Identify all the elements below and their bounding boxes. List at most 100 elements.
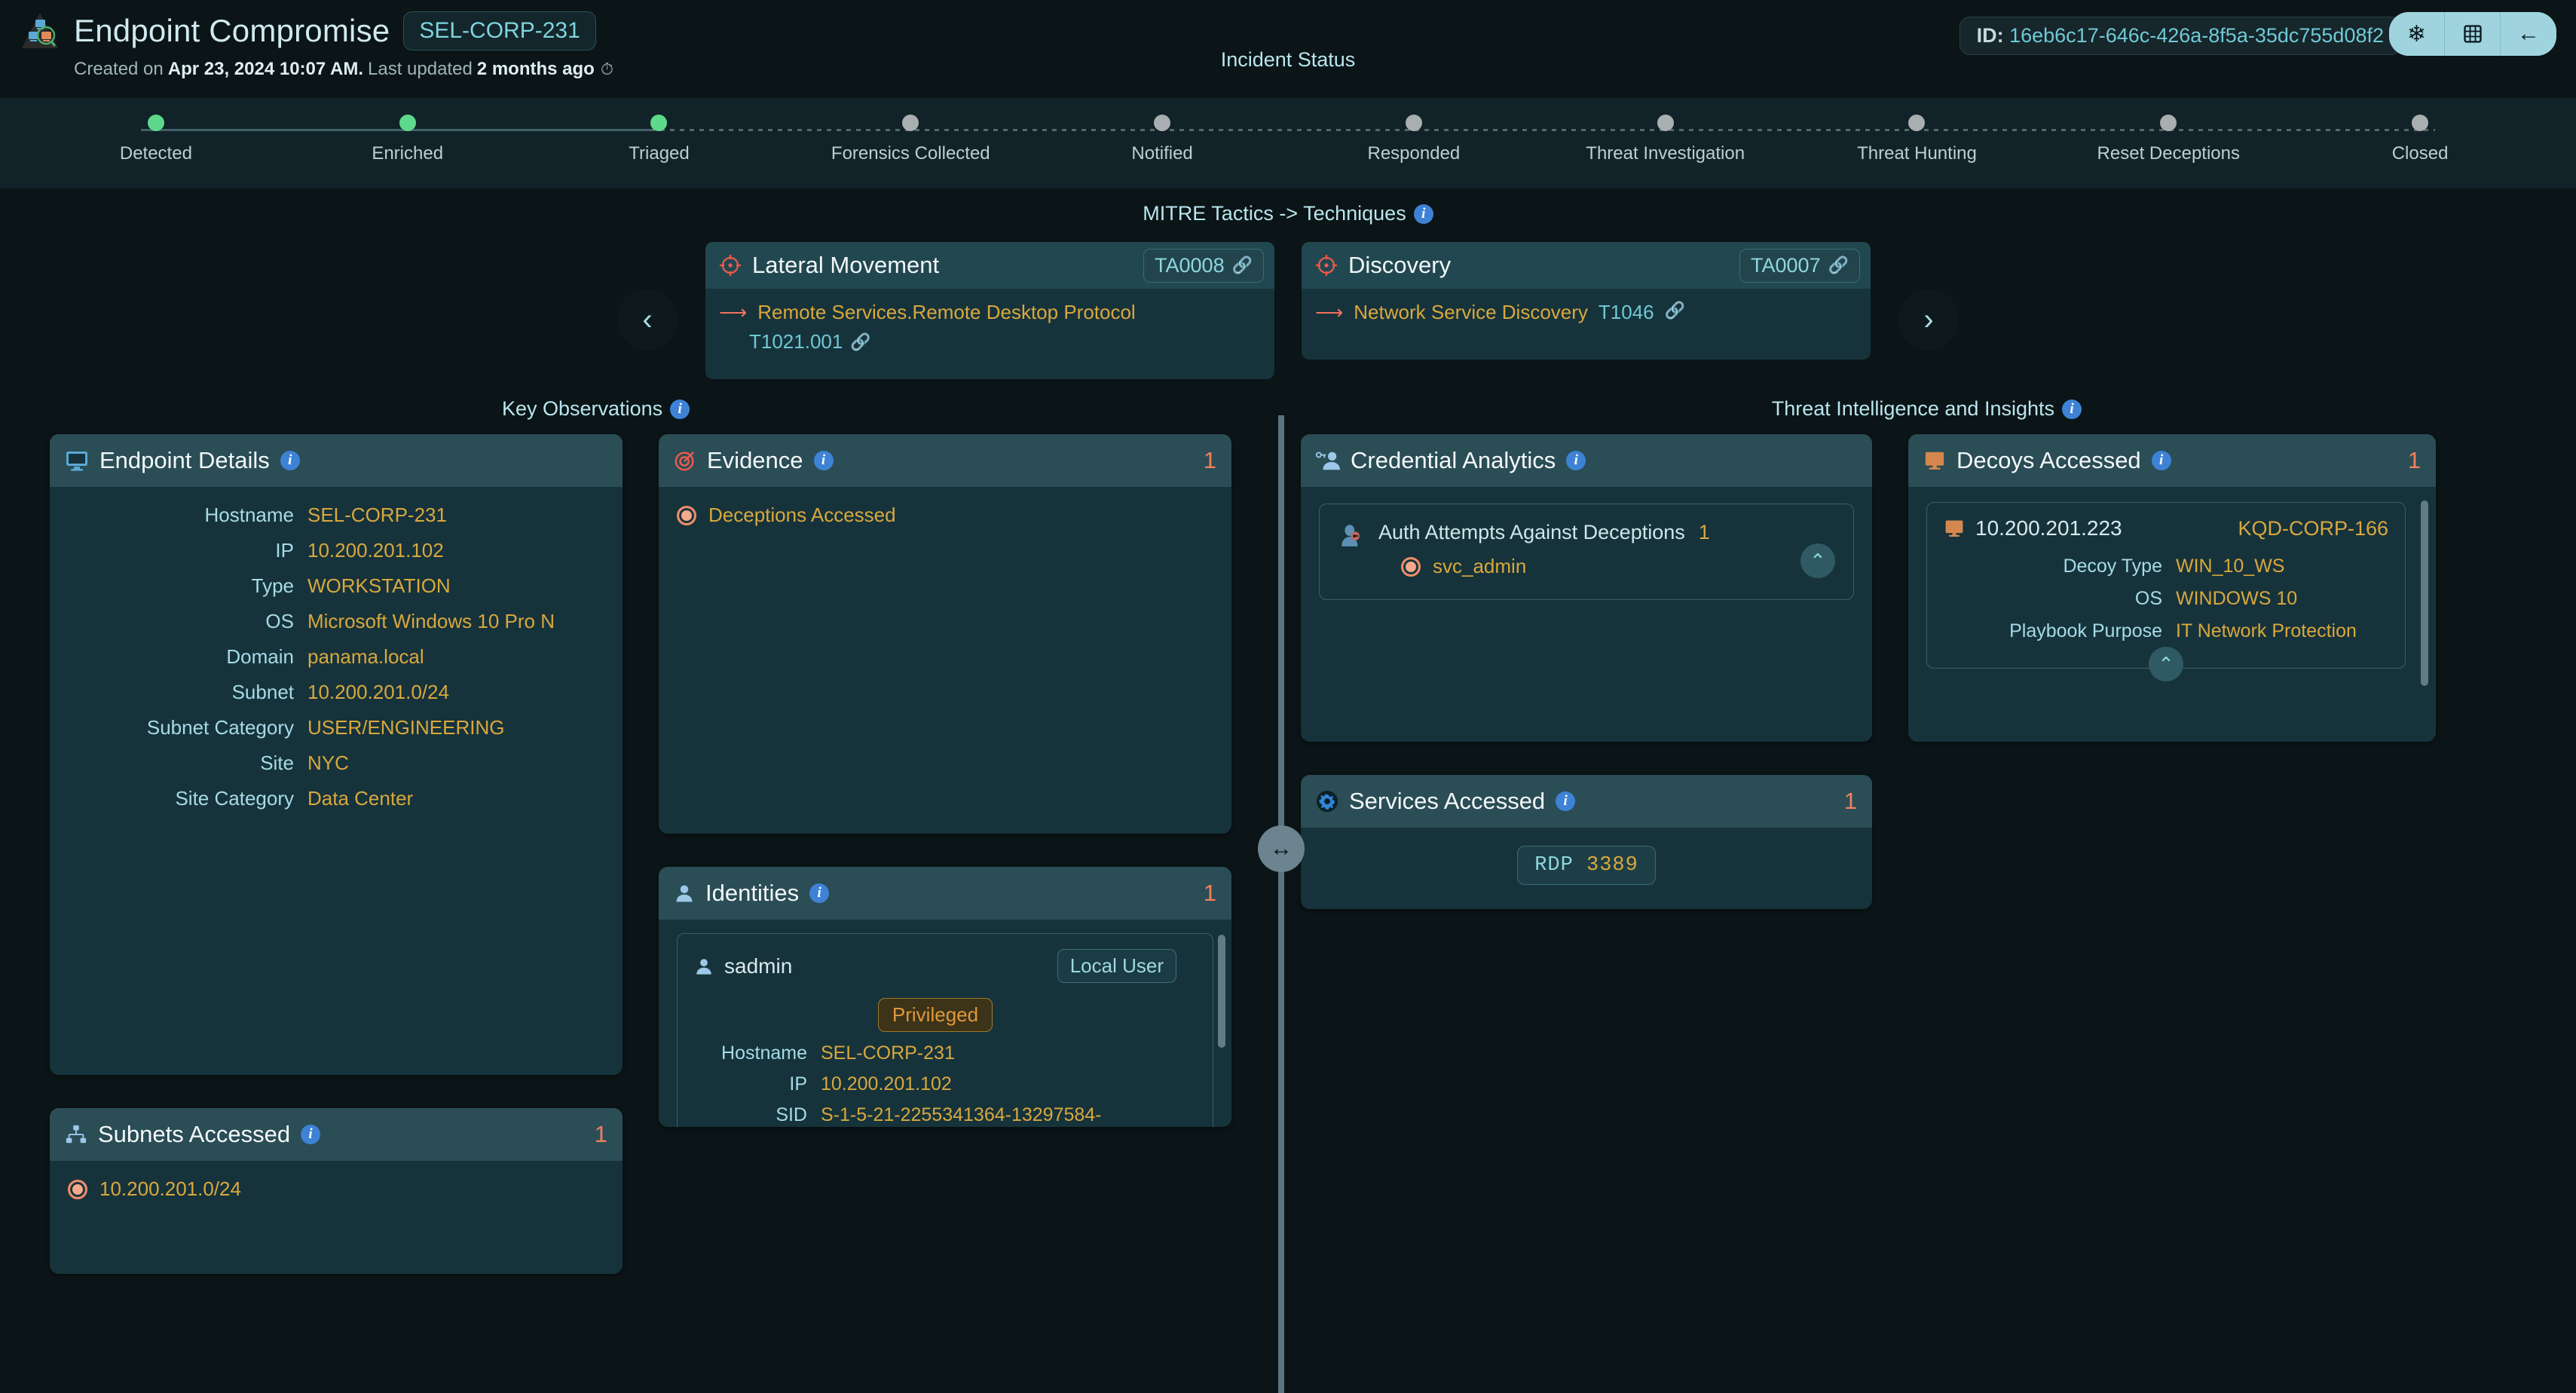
info-icon[interactable]: i — [670, 400, 690, 419]
external-link-icon[interactable]: 🔗 — [850, 332, 870, 352]
info-icon[interactable]: i — [2062, 400, 2082, 419]
incident-id-label: ID: — [1977, 24, 2004, 47]
decoy-collapse-button[interactable]: ⌃ — [2149, 647, 2183, 681]
panel-header: Decoys Accessed i 1 — [1908, 434, 2436, 487]
external-link-icon[interactable]: 🔗 — [1665, 301, 1685, 320]
kv-value: WINDOWS 10 — [2176, 588, 2388, 610]
snowflake-button[interactable]: ❄ — [2389, 12, 2445, 56]
info-icon[interactable]: i — [1556, 791, 1575, 811]
threat-intel-column: Threat Intelligence and Insights i — [1278, 397, 2576, 1274]
column-splitter[interactable]: ↔ — [1278, 415, 1284, 1393]
mitre-tactic-id-chip[interactable]: TA0007 🔗 — [1739, 249, 1860, 283]
credential-item-card[interactable]: Auth Attempts Against Deceptions 1 svc_a… — [1319, 504, 1854, 600]
privileged-badge: Privileged — [878, 998, 993, 1032]
mitre-tactic-card[interactable]: Lateral Movement TA0008 🔗 ⟶ Remote Servi… — [705, 242, 1274, 379]
threat-intel-heading: Threat Intelligence and Insights — [1772, 397, 2054, 421]
evidence-value: Deceptions Accessed — [708, 504, 896, 527]
key-user-icon — [1316, 449, 1340, 472]
gear-icon — [1316, 790, 1338, 813]
timeline-step-notified[interactable]: Notified — [1036, 98, 1288, 164]
decoy-card[interactable]: 10.200.201.223 KQD-CORP-166 Decoy Type W… — [1926, 502, 2406, 669]
mitre-tactic-id: TA0008 — [1155, 254, 1225, 277]
identity-kv: Hostname SEL-CORP-231 IP 10.200.201.102 … — [694, 1042, 1176, 1126]
crosshair-icon — [719, 254, 742, 277]
identity-card[interactable]: sadmin Local User Privileged Hostname SE… — [677, 933, 1213, 1127]
info-icon[interactable]: i — [2152, 451, 2171, 470]
timeline-step-reset-deceptions[interactable]: Reset Deceptions — [2042, 98, 2294, 164]
mitre-technique-id[interactable]: T1021.001 — [749, 330, 843, 354]
scrollbar-thumb[interactable] — [2421, 501, 2428, 686]
table-view-button[interactable] — [2445, 12, 2501, 56]
crosshair-icon — [1315, 254, 1338, 277]
timeline-dot — [902, 115, 919, 131]
timeline-step-label: Threat Investigation — [1586, 143, 1745, 164]
kv-key: Hostname — [694, 1042, 807, 1064]
carousel-prev-button[interactable]: ‹ — [616, 289, 678, 351]
timeline-dot — [1154, 115, 1170, 131]
app-header: Endpoint Compromise SEL-CORP-231 Created… — [0, 0, 2576, 98]
timeline-step-triaged[interactable]: Triaged — [534, 98, 785, 164]
panel-title: Credential Analytics — [1351, 447, 1556, 474]
kv-key: SID — [694, 1104, 807, 1126]
timeline-step-label: Closed — [2392, 143, 2449, 164]
identities-scrollbar[interactable] — [1218, 935, 1225, 1127]
info-icon[interactable]: i — [1414, 204, 1433, 224]
timeline-dot — [2412, 115, 2428, 131]
back-button[interactable]: ← — [2501, 12, 2556, 56]
panel-body: Auth Attempts Against Deceptions 1 svc_a… — [1301, 487, 1872, 617]
info-icon[interactable]: i — [301, 1125, 320, 1144]
key-observations-heading-row: Key Observations i — [50, 397, 1256, 421]
service-chip[interactable]: RDP 3389 — [1517, 846, 1656, 885]
timeline-step-enriched[interactable]: Enriched — [282, 98, 534, 164]
timeline-step-closed[interactable]: Closed — [2294, 98, 2546, 164]
list-item[interactable]: 10.200.201.0/24 — [68, 1177, 604, 1201]
timeline-step-label: Triaged — [629, 143, 689, 164]
endpoint-details-panel: Endpoint Details i Hostname SEL-CORP-231… — [50, 434, 623, 1075]
timeline-step-label: Enriched — [372, 143, 443, 164]
identity-card-header: sadmin Local User — [694, 949, 1176, 983]
decoy-card-header: 10.200.201.223 KQD-CORP-166 — [1944, 516, 2388, 540]
scrollbar-thumb[interactable] — [1218, 935, 1225, 1048]
mitre-technique-name[interactable]: Remote Services.Remote Desktop Protocol — [757, 301, 1135, 324]
info-icon[interactable]: i — [809, 883, 829, 903]
splitter-handle[interactable]: ↔ — [1258, 825, 1305, 872]
mitre-technique-name[interactable]: Network Service Discovery — [1354, 301, 1588, 324]
credential-analytics-panel: Credential Analytics i — [1301, 434, 1872, 742]
timeline-step-responded[interactable]: Responded — [1288, 98, 1540, 164]
host-chip[interactable]: SEL-CORP-231 — [403, 11, 595, 51]
kv-key: Domain — [68, 645, 294, 669]
panel-count-badge: 1 — [595, 1121, 607, 1148]
incident-status-heading: Incident Status — [1221, 48, 1356, 72]
mitre-tactic-id-chip[interactable]: TA0008 🔗 — [1143, 249, 1264, 283]
mitre-heading-row: MITRE Tactics -> Techniques i — [0, 202, 2576, 225]
decoys-accessed-panel: Decoys Accessed i 1 — [1908, 434, 2436, 742]
kv-value: SEL-CORP-231 — [307, 504, 604, 527]
list-item[interactable]: Deceptions Accessed — [677, 504, 1213, 527]
mitre-tactic-card[interactable]: Discovery TA0007 🔗 ⟶ Network Service Dis… — [1302, 242, 1871, 360]
credential-account-row[interactable]: svc_admin — [1401, 555, 1788, 578]
kv-value: WORKSTATION — [307, 574, 604, 598]
decoys-scrollbar[interactable] — [2421, 501, 2428, 655]
timeline-step-threat-investigation[interactable]: Threat Investigation — [1540, 98, 1791, 164]
carousel-next-button[interactable]: › — [1898, 289, 1960, 351]
arrows-horizontal-icon: ↔ — [1270, 836, 1293, 862]
chevron-left-icon: ‹ — [642, 303, 652, 337]
info-icon[interactable]: i — [1566, 451, 1586, 470]
timeline-step-detected[interactable]: Detected — [30, 98, 282, 164]
mitre-technique-id[interactable]: T1046 — [1599, 301, 1654, 324]
info-icon[interactable]: i — [814, 451, 834, 470]
panel-title: Identities — [705, 880, 799, 907]
target-dot-icon — [677, 506, 696, 525]
incident-id-chip[interactable]: ID: 16eb6c17-646c-426a-8f5a-35dc755d08f2 — [1960, 17, 2401, 55]
decoy-ip-row: 10.200.201.223 — [1944, 516, 2122, 540]
external-link-icon: 🔗 — [1232, 256, 1253, 275]
panel-title: Endpoint Details — [99, 447, 270, 474]
header-action-group: ❄ ← — [2389, 12, 2556, 56]
credential-collapse-button[interactable]: ⌃ — [1800, 543, 1835, 578]
timeline-step-threat-hunting[interactable]: Threat Hunting — [1791, 98, 2043, 164]
kv-value: S-1-5-21-2255341364-13297584- — [821, 1104, 1176, 1126]
identity-username: sadmin — [724, 954, 792, 978]
timeline-step-forensics-collected[interactable]: Forensics Collected — [785, 98, 1036, 164]
info-icon[interactable]: i — [280, 451, 300, 470]
decoy-kv: Decoy Type WIN_10_WS OS WINDOWS 10 Playb… — [1944, 556, 2388, 642]
